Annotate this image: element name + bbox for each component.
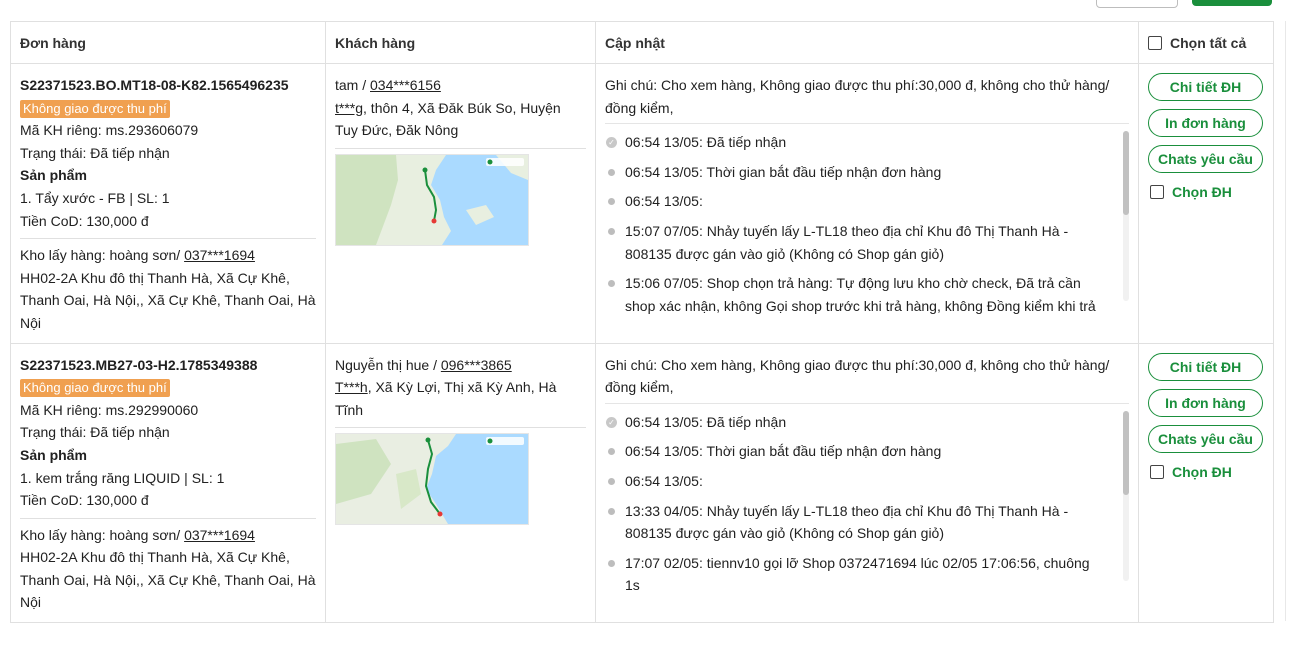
customer-cell: Nguyễn thị hue / 096***3865 T***h, Xã Kỳ… — [325, 342, 596, 624]
history-scrollbar[interactable] — [1123, 131, 1129, 302]
customer-phone-link[interactable]: 034***6156 — [370, 77, 441, 93]
dot-icon — [608, 477, 615, 485]
dot-icon — [608, 168, 615, 176]
history-scrollbar[interactable] — [1123, 410, 1129, 581]
pickup-phone-link[interactable]: 037***1694 — [184, 527, 255, 543]
customer-name: Nguyễn thị hue / — [335, 356, 441, 373]
history-item: 17:07 02/05: tiennv10 gọi lỡ Shop 037247… — [605, 552, 1105, 597]
header-order: Đơn hàng — [10, 21, 326, 64]
print-order-button[interactable]: In đơn hàng — [1148, 109, 1263, 137]
select-order-label: Chọn ĐH — [1172, 184, 1232, 200]
divider — [335, 147, 586, 149]
print-order-button[interactable]: In đơn hàng — [1148, 388, 1263, 417]
product-item: 1. kem trắng răng LIQUID | SL: 1 — [20, 469, 225, 486]
history-panel[interactable]: ✓ 06:54 13/05: Đã tiếp nhận 06:54 13/05: … — [605, 123, 1129, 317]
chat-request-button[interactable]: Chats yêu cầu — [1148, 424, 1263, 453]
history-item: 06:54 13/05: — [605, 190, 1105, 213]
pickup-address: HH02-2A Khu đô thị Thanh Hà, Xã Cự Khê, … — [20, 269, 316, 331]
order-status: Trạng thái: Đã tiếp nhận — [20, 424, 170, 441]
history-item: 15:06 07/05: Shop chọn trả hàng: Tự động… — [605, 272, 1105, 317]
customer-address: , Xã Kỳ Lợi, Thị xã Kỳ Anh, Hà Tĩnh — [335, 379, 557, 418]
route-map[interactable] — [335, 433, 529, 526]
products-label: Sản phẩm — [20, 446, 87, 463]
divider — [20, 517, 316, 519]
route-map[interactable] — [335, 153, 529, 246]
history-panel[interactable]: ✓ 06:54 13/05: Đã tiếp nhận 06:54 13/05: … — [605, 402, 1129, 597]
check-icon: ✓ — [606, 416, 617, 428]
product-item: 1. Tẩy xước - FB | SL: 1 — [20, 189, 170, 206]
cod-amount: Tiền CoD: 130,000 đ — [20, 212, 149, 229]
history-item: 13:33 04/05: Nhảy tuyến lấy L-TL18 theo … — [605, 500, 1105, 545]
pickup-prefix: Kho lấy hàng: hoàng sơn/ — [20, 247, 185, 264]
order-note: Ghi chú: Cho xem hàng, Không giao được t… — [605, 77, 1110, 116]
top-outline-button[interactable] — [1096, 0, 1178, 8]
order-detail-button[interactable]: Chi tiết ĐH — [1148, 352, 1263, 381]
dot-icon — [608, 507, 615, 515]
select-order[interactable]: Chọn ĐH — [1150, 461, 1264, 484]
order-code[interactable]: S22371523.BO.MT18-08-K82.1565496235 — [20, 74, 316, 97]
customer-address: , thôn 4, Xã Đăk Búk So, Huyện Tuy Đức, … — [335, 99, 561, 139]
pickup-phone-link[interactable]: 037***1694 — [184, 247, 255, 263]
order-status: Trạng thái: Đã tiếp nhận — [20, 144, 170, 161]
order-code[interactable]: S22371523.MB27-03-H2.1785349388 — [20, 354, 316, 377]
header-select-all[interactable]: Chọn tất cả — [1138, 21, 1274, 64]
update-cell: Ghi chú: Cho xem hàng, Không giao được t… — [595, 342, 1139, 624]
header-customer: Khách hàng — [325, 21, 596, 64]
history-item: 06:54 13/05: Thời gian bắt đầu tiếp nhận… — [605, 161, 1105, 184]
customer-cell: tam / 034***6156 t***g, thôn 4, Xã Đăk B… — [325, 63, 596, 344]
divider — [335, 427, 586, 429]
customer-address-masked[interactable]: t***g — [335, 100, 363, 116]
actions-cell: Chi tiết ĐH In đơn hàng Chats yêu cầu Ch… — [1138, 342, 1274, 624]
chat-request-button[interactable]: Chats yêu cầu — [1148, 145, 1263, 173]
customer-address-masked[interactable]: T***h — [335, 379, 368, 395]
select-all-label: Chọn tất cả — [1170, 34, 1247, 51]
dot-icon — [608, 559, 615, 567]
header-update: Cập nhật — [595, 21, 1139, 64]
order-cell: S22371523.BO.MT18-08-K82.1565496235 Khôn… — [10, 63, 326, 344]
select-order[interactable]: Chọn ĐH — [1150, 181, 1264, 204]
customer-phone-link[interactable]: 096***3865 — [441, 357, 512, 373]
history-item: 06:54 13/05: Thời gian bắt đầu tiếp nhận… — [605, 440, 1105, 463]
history-item: 06:54 13/05: — [605, 470, 1105, 493]
pickup-info: Kho lấy hàng: hoàng sơn/ 037***1694 — [20, 524, 316, 547]
table-row: S22371523.BO.MT18-08-K82.1565496235 Khôn… — [10, 63, 1274, 344]
table-header-row: Đơn hàng Khách hàng Cập nhật Chọn tất cả — [10, 21, 1274, 64]
check-icon: ✓ — [606, 137, 617, 149]
customer-name: tam / — [335, 77, 371, 93]
select-order-checkbox[interactable] — [1150, 464, 1164, 479]
pickup-address: HH02-2A Khu đô thị Thanh Hà, Xã Cự Khê, … — [20, 549, 316, 611]
dot-icon — [608, 448, 615, 456]
select-order-label: Chọn ĐH — [1172, 463, 1232, 480]
table-row: S22371523.MB27-03-H2.1785349388 Không gi… — [10, 342, 1274, 624]
scrollbar-thumb[interactable] — [1123, 131, 1129, 216]
dot-icon — [608, 280, 615, 288]
status-badge: Không giao được thu phí — [20, 379, 170, 398]
select-all-checkbox[interactable] — [1148, 35, 1162, 50]
select-order-checkbox[interactable] — [1150, 185, 1164, 199]
pickup-prefix: Kho lấy hàng: hoàng sơn/ — [20, 526, 185, 543]
page-edge-divider — [1285, 21, 1286, 621]
dot-icon — [608, 227, 615, 235]
actions-cell: Chi tiết ĐH In đơn hàng Chats yêu cầu Ch… — [1138, 63, 1274, 344]
update-cell: Ghi chú: Cho xem hàng, Không giao được t… — [595, 63, 1139, 344]
divider — [20, 238, 316, 240]
customer-code: Mã KH riêng: ms.292990060 — [20, 401, 199, 418]
products-label: Sản phẩm — [20, 167, 87, 184]
pickup-info: Kho lấy hàng: hoàng sơn/ 037***1694 — [20, 244, 316, 267]
order-cell: S22371523.MB27-03-H2.1785349388 Không gi… — [10, 342, 326, 624]
cod-amount: Tiền CoD: 130,000 đ — [20, 492, 149, 509]
history-item: ✓ 06:54 13/05: Đã tiếp nhận — [605, 411, 1105, 434]
dot-icon — [608, 198, 615, 206]
history-item: 15:07 07/05: Nhảy tuyến lấy L-TL18 theo … — [605, 220, 1105, 265]
top-primary-button[interactable] — [1192, 0, 1272, 6]
order-note: Ghi chú: Cho xem hàng, Không giao được t… — [605, 356, 1110, 396]
status-badge: Không giao được thu phí — [20, 99, 170, 118]
customer-code: Mã KH riêng: ms.293606079 — [20, 122, 199, 139]
orders-table: Đơn hàng Khách hàng Cập nhật Chọn tất cả… — [10, 21, 1274, 624]
history-item: ✓ 06:54 13/05: Đã tiếp nhận — [605, 131, 1105, 154]
order-detail-button[interactable]: Chi tiết ĐH — [1148, 73, 1263, 101]
scrollbar-thumb[interactable] — [1123, 410, 1129, 495]
